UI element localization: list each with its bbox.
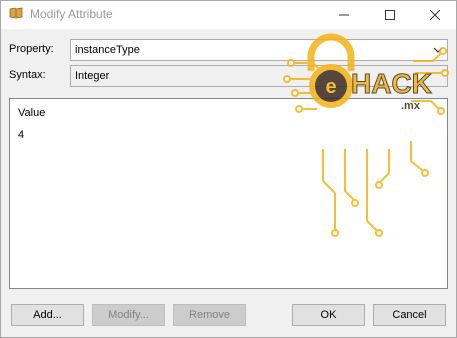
remove-button[interactable]: Remove [173, 304, 246, 326]
list-item[interactable]: 4 [18, 129, 24, 141]
property-value: instanceType [75, 44, 140, 56]
property-combobox[interactable]: instanceType [70, 39, 448, 61]
window-title: Modify Attribute [30, 7, 113, 21]
syntax-label: Syntax: [9, 69, 46, 81]
minimize-button[interactable] [321, 1, 367, 29]
title-bar[interactable]: Modify Attribute [1, 1, 456, 29]
modify-attribute-dialog: Modify Attribute Property: instanceType … [0, 0, 457, 338]
syntax-value: Integer [75, 70, 110, 82]
value-column-header[interactable]: Value [18, 107, 45, 119]
close-button[interactable] [412, 1, 456, 29]
maximize-button[interactable] [367, 1, 413, 29]
ok-button[interactable]: OK [292, 304, 365, 326]
close-icon [430, 10, 440, 20]
values-list[interactable]: Value 4 [9, 98, 448, 289]
folder-book-icon [9, 7, 23, 19]
add-button[interactable]: Add... [11, 304, 84, 326]
syntax-field: Integer [70, 65, 448, 87]
chevron-down-icon[interactable] [433, 45, 443, 55]
modify-button[interactable]: Modify... [92, 304, 165, 326]
cancel-button[interactable]: Cancel [373, 304, 446, 326]
property-label: Property: [9, 43, 54, 55]
minimize-icon [339, 14, 349, 16]
maximize-icon [385, 10, 395, 20]
